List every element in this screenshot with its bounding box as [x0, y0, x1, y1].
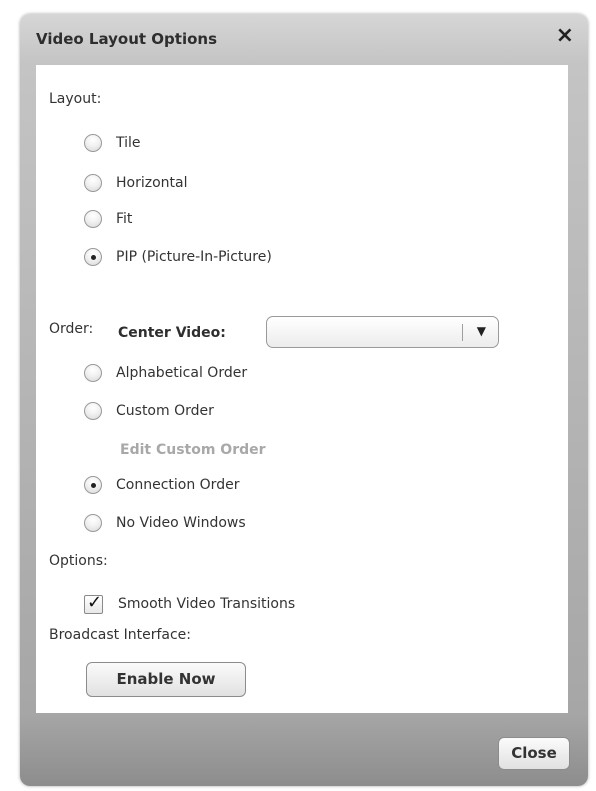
- option-label: Custom Order: [116, 403, 214, 419]
- select-divider: [462, 324, 463, 341]
- layout-section-label: Layout:: [49, 91, 102, 107]
- layout-option-tile[interactable]: Tile: [84, 131, 141, 155]
- option-label: Alphabetical Order: [116, 365, 248, 381]
- smooth-transitions-option[interactable]: ✓ Smooth Video Transitions: [84, 592, 295, 616]
- edit-custom-order-link[interactable]: Edit Custom Order: [120, 442, 266, 458]
- center-video-select[interactable]: ▼: [266, 316, 499, 348]
- layout-option-fit[interactable]: Fit: [84, 207, 132, 231]
- options-section-label: Options:: [49, 553, 108, 569]
- option-label: Connection Order: [116, 477, 240, 493]
- center-video-label: Center Video:: [118, 325, 226, 341]
- radio-icon[interactable]: [84, 134, 102, 152]
- option-label: No Video Windows: [116, 515, 246, 531]
- layout-option-horizontal[interactable]: Horizontal: [84, 171, 187, 195]
- chevron-down-icon[interactable]: ▼: [477, 324, 486, 338]
- order-option-alphabetical[interactable]: Alphabetical Order: [84, 361, 247, 385]
- video-layout-dialog: Video Layout Options × Layout: Tile Hori…: [20, 14, 588, 786]
- broadcast-section-label: Broadcast Interface:: [49, 627, 191, 643]
- radio-selected-icon[interactable]: [84, 476, 102, 494]
- option-label: Tile: [116, 135, 141, 151]
- option-label: Smooth Video Transitions: [118, 596, 296, 612]
- order-section-label: Order:: [49, 321, 94, 337]
- radio-icon[interactable]: [84, 364, 102, 382]
- order-option-connection[interactable]: Connection Order: [84, 473, 239, 497]
- radio-icon[interactable]: [84, 210, 102, 228]
- radio-icon[interactable]: [84, 174, 102, 192]
- radio-icon[interactable]: [84, 402, 102, 420]
- checkmark-icon: ✓: [87, 591, 103, 613]
- options-panel: Layout: Tile Horizontal Fit PIP (Picture…: [36, 65, 568, 713]
- layout-option-pip[interactable]: PIP (Picture-In-Picture): [84, 245, 272, 269]
- checkbox-checked-icon[interactable]: ✓: [84, 591, 103, 614]
- option-label: PIP (Picture-In-Picture): [116, 249, 272, 265]
- radio-icon[interactable]: [84, 514, 102, 532]
- enable-now-button[interactable]: Enable Now: [86, 662, 246, 697]
- close-button[interactable]: Close: [498, 737, 570, 770]
- close-icon[interactable]: ×: [556, 24, 574, 48]
- option-label: Horizontal: [116, 175, 188, 191]
- order-option-no-video[interactable]: No Video Windows: [84, 511, 246, 535]
- radio-selected-icon[interactable]: [84, 248, 102, 266]
- option-label: Fit: [116, 211, 133, 227]
- dialog-title: Video Layout Options: [36, 30, 218, 48]
- order-option-custom[interactable]: Custom Order: [84, 399, 214, 423]
